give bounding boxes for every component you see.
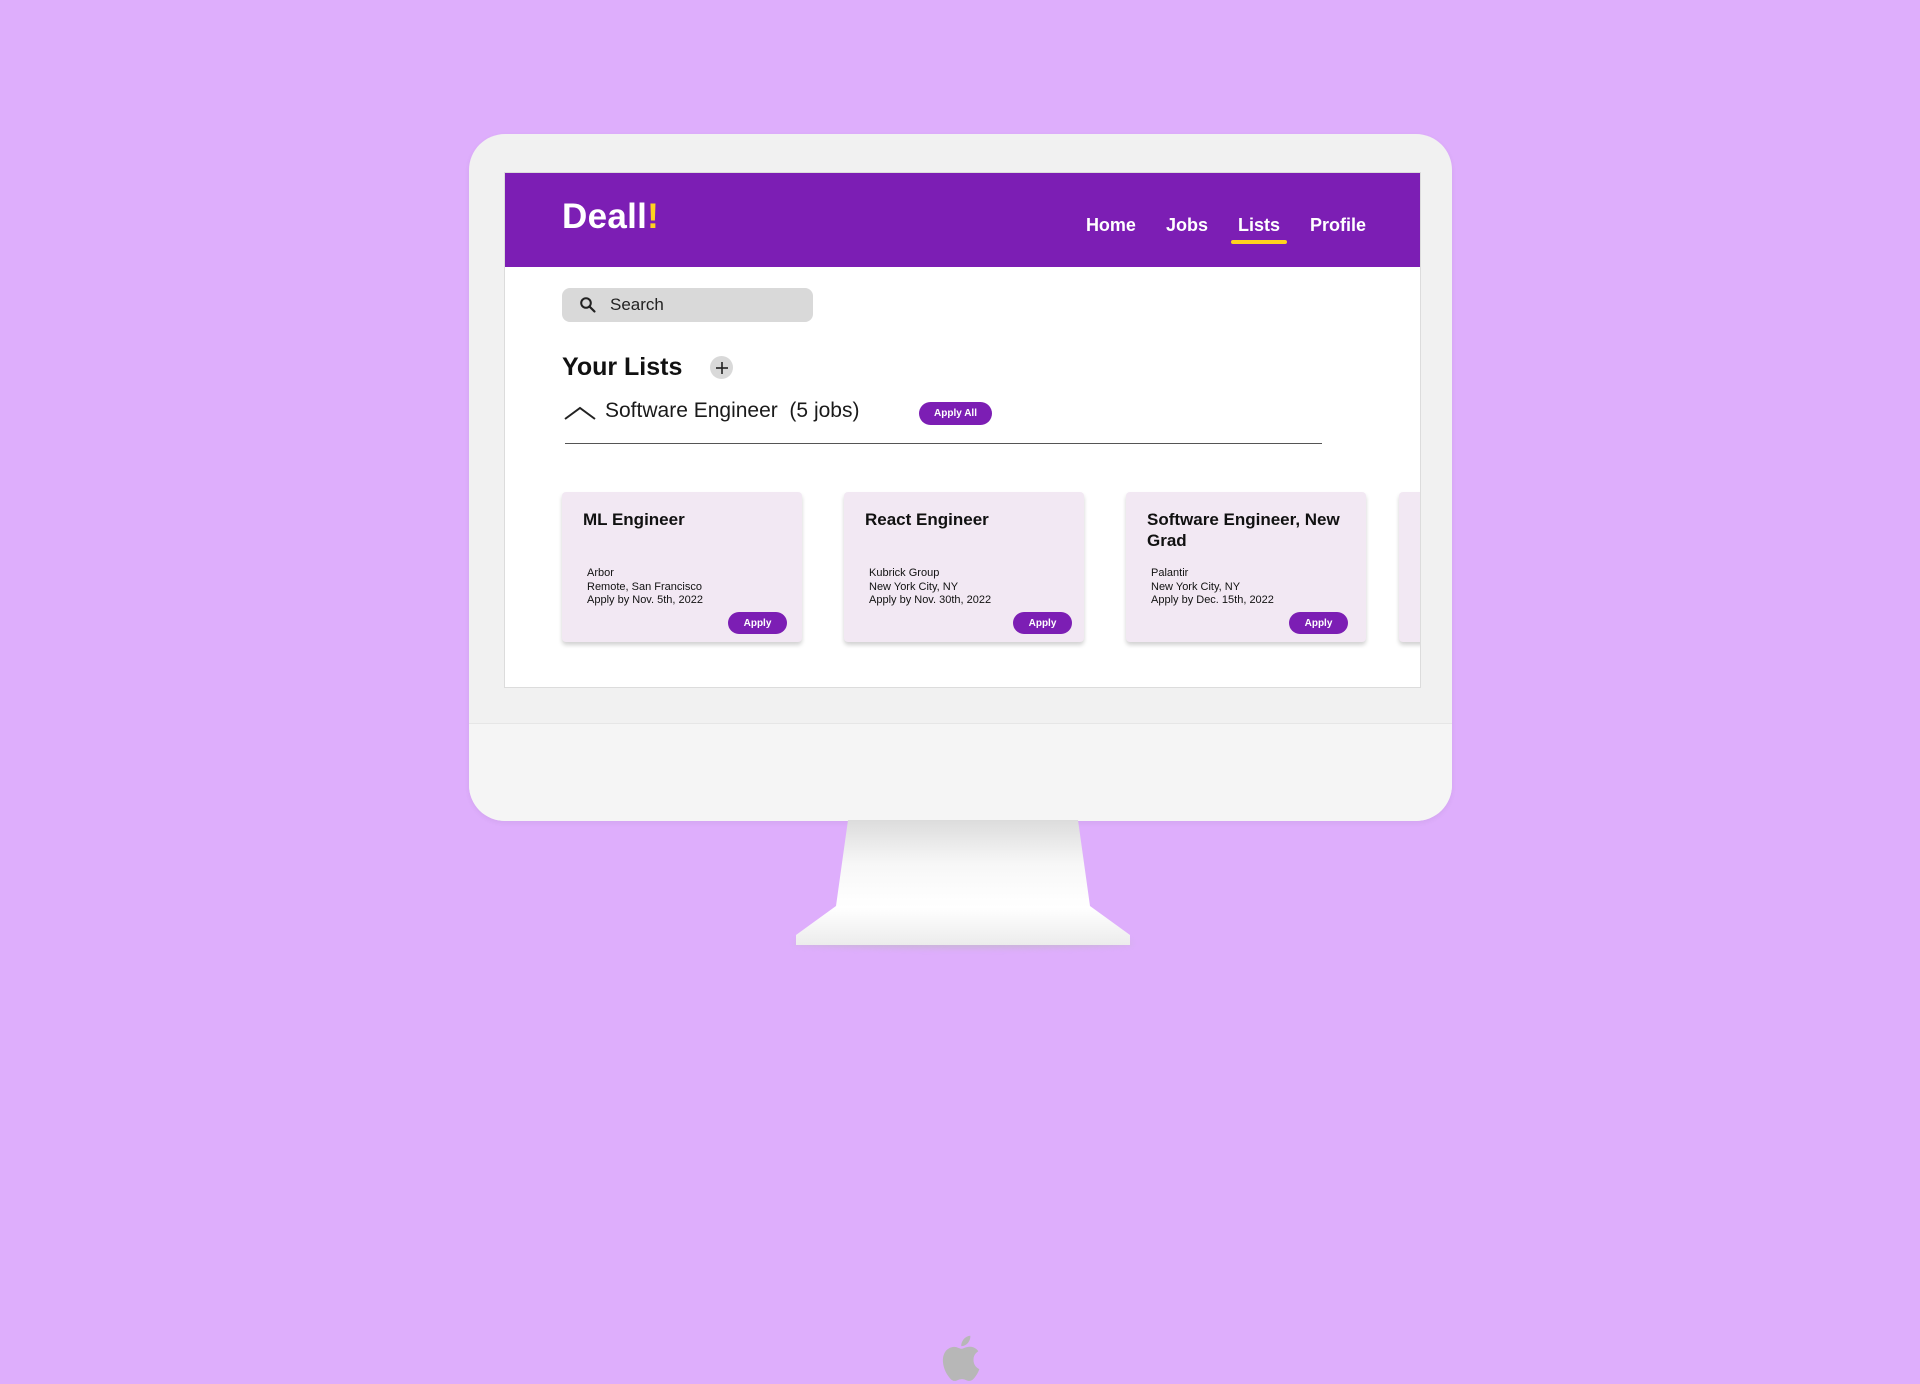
apply-button[interactable]: Apply — [1013, 612, 1072, 634]
nav-item-profile[interactable]: Profile — [1310, 215, 1366, 236]
add-list-button[interactable] — [710, 356, 733, 379]
main-nav: Home Jobs Lists Profile — [1056, 215, 1366, 244]
job-info: Arbor Remote, San Francisco Apply by Nov… — [587, 567, 703, 608]
job-title: ML Engineer — [583, 510, 685, 529]
job-title: Software Engineer, New Grad — [1147, 510, 1340, 550]
job-location: Remote, San Francisco — [587, 580, 702, 593]
navbar: Deall! Home Jobs Lists Profile — [505, 173, 1420, 267]
job-deadline: Apply by Dec. 15th, 2022 — [1151, 594, 1274, 606]
apply-button[interactable]: Apply — [1289, 612, 1348, 634]
logo-text: Deall — [562, 197, 648, 236]
job-card[interactable]: ML Engineer Arbor Remote, San Francisco … — [562, 492, 802, 642]
apple-logo-icon — [942, 1335, 980, 1381]
chevron-up-icon[interactable] — [564, 403, 596, 423]
apply-button[interactable]: Apply — [728, 612, 787, 634]
job-title: React Engineer — [865, 510, 989, 529]
search-input[interactable]: Search — [562, 288, 813, 322]
page-title: Your Lists — [562, 353, 683, 381]
nav-item-lists[interactable]: Lists — [1230, 215, 1288, 244]
job-company: Arbor — [587, 567, 614, 579]
job-card[interactable]: React Engineer Kubrick Group New York Ci… — [844, 492, 1084, 642]
divider — [565, 443, 1322, 444]
plus-icon — [715, 361, 728, 374]
job-card-partial[interactable] — [1399, 492, 1420, 642]
job-location: New York City, NY — [1151, 580, 1241, 593]
job-card[interactable]: Software Engineer, New Grad Palantir New… — [1126, 492, 1366, 642]
imac-chin — [469, 723, 1452, 1381]
nav-item-home[interactable]: Home — [1086, 215, 1136, 236]
imac-stand — [796, 820, 1130, 945]
nav-item-jobs[interactable]: Jobs — [1166, 215, 1208, 236]
logo[interactable]: Deall! — [562, 197, 659, 237]
logo-accent: ! — [647, 197, 660, 236]
job-company: Kubrick Group — [869, 567, 940, 579]
search-placeholder: Search — [610, 295, 664, 314]
screen: Deall! Home Jobs Lists Profile Search Yo… — [504, 172, 1421, 688]
apply-all-button[interactable]: Apply All — [919, 402, 992, 425]
job-company: Palantir — [1151, 567, 1189, 579]
search-icon — [580, 297, 596, 313]
job-info: Palantir New York City, NY Apply by Dec.… — [1151, 567, 1274, 608]
list-name[interactable]: Software Engineer (5 jobs) — [605, 399, 859, 423]
job-info: Kubrick Group New York City, NY Apply by… — [869, 567, 991, 608]
job-deadline: Apply by Nov. 5th, 2022 — [587, 594, 703, 606]
job-location: New York City, NY — [869, 580, 959, 593]
job-deadline: Apply by Nov. 30th, 2022 — [869, 594, 992, 606]
